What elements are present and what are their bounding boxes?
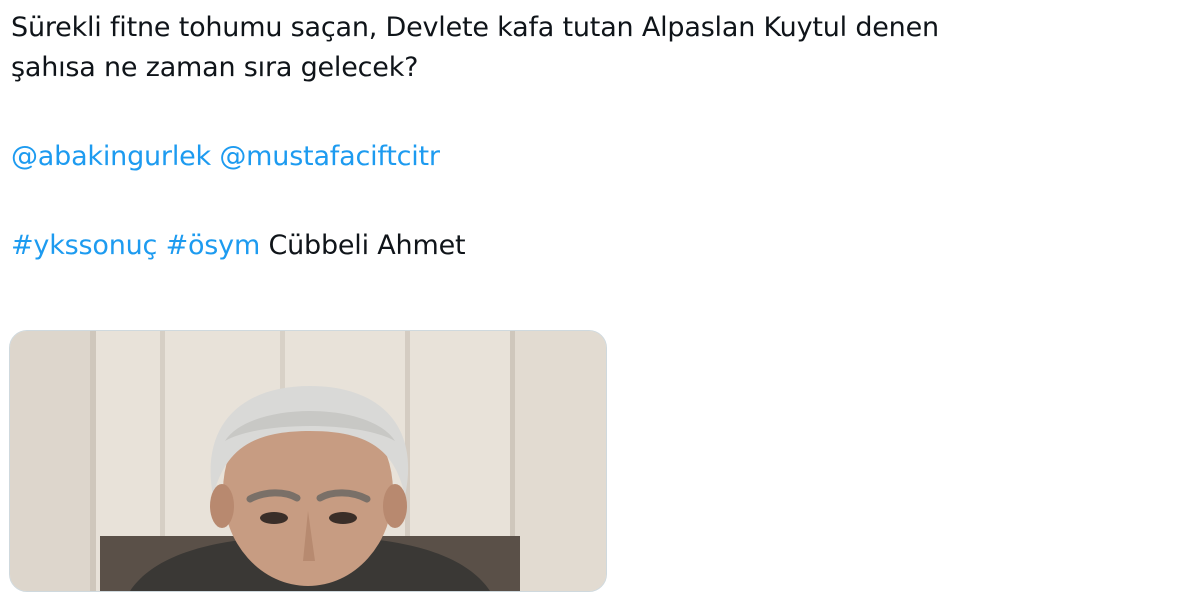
tweet-text-line-1: Sürekli fitne tohumu saçan, Devlete kafa… (11, 12, 939, 43)
hashtag-link-ykssonuc[interactable]: #ykssonuç (11, 230, 157, 261)
mention-link-abakingurlek[interactable]: @abakingurlek (11, 141, 211, 172)
mentions-line: @abakingurlek @mustafaciftcitr (11, 137, 1181, 177)
hashtags-line: #ykssonuç #ösym Cübbeli Ahmet (11, 226, 1181, 266)
photo-icon (10, 331, 606, 591)
tweet-text-line-2: şahısa ne zaman sıra gelecek? (11, 52, 419, 83)
mention-link-mustafaciftcitr[interactable]: @mustafaciftcitr (219, 141, 440, 172)
tweet-text: Sürekli fitne tohumu saçan, Devlete kafa… (11, 8, 1181, 266)
tweet-media-photo[interactable] (9, 330, 607, 592)
hashtag-link-osym[interactable]: #ösym (166, 230, 261, 261)
trailing-text: Cübbeli Ahmet (268, 230, 466, 261)
